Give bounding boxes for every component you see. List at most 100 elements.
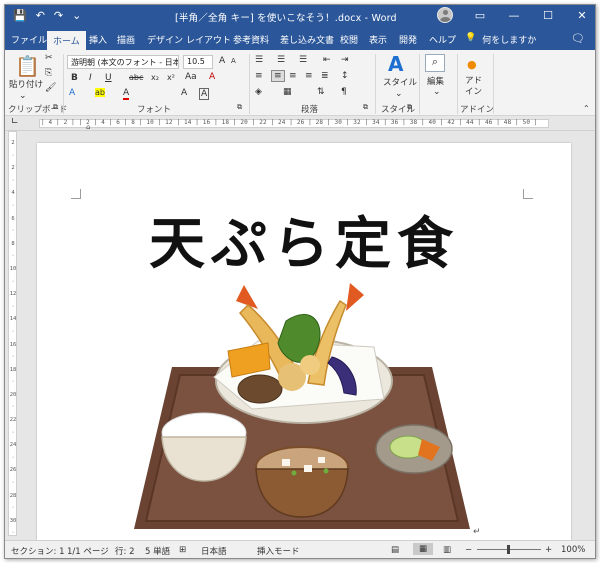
shading-icon[interactable]: ◈ <box>255 87 262 97</box>
status-line[interactable]: 行: 2 <box>115 545 134 557</box>
find-icon[interactable]: ⌕ <box>425 54 445 72</box>
clipboard-launcher-icon[interactable]: ⧉ <box>53 103 58 112</box>
minimize-icon[interactable]: — <box>507 9 521 22</box>
tab-view[interactable]: 表示 <box>369 33 387 46</box>
tab-help[interactable]: ヘルプ <box>429 33 456 46</box>
vruler-tick: 24 <box>9 442 17 449</box>
ribbon-tabs: ファイル ホーム 挿入 描画 デザイン レイアウト 参考資料 差し込み文書 校閲… <box>5 29 595 50</box>
paste-icon[interactable]: 📋 <box>15 54 40 78</box>
borders-icon[interactable]: ▦ <box>283 87 292 97</box>
status-mode[interactable]: 挿入モード <box>257 545 300 557</box>
print-layout-icon[interactable]: ▦ <box>413 543 434 555</box>
addins-label-2[interactable]: イン <box>465 87 482 97</box>
ribbon-display-options-icon[interactable]: ▭ <box>473 9 487 22</box>
font-size-select[interactable]: 10.5 <box>183 55 213 69</box>
styles-launcher-icon[interactable]: ⧉ <box>407 103 412 112</box>
batter-2 <box>300 355 320 375</box>
format-painter-icon[interactable]: 🖌 <box>45 83 56 93</box>
tab-mailings[interactable]: 差し込み文書 <box>280 33 334 46</box>
tab-draw[interactable]: 描画 <box>117 33 135 46</box>
font-name-select[interactable]: 游明朝 (本文のフォント - 日本語) <box>67 55 179 69</box>
tab-references[interactable]: 参考資料 <box>233 33 269 46</box>
numbering-icon[interactable]: ☰ <box>277 55 285 65</box>
align-center-icon[interactable]: ≡ <box>271 70 285 82</box>
tab-home[interactable]: ホーム <box>47 31 86 50</box>
show-marks-icon[interactable]: ¶ <box>341 87 347 97</box>
vruler-tick: · <box>11 404 15 411</box>
sort-icon[interactable]: ⇅ <box>317 87 325 97</box>
customize-qat-icon[interactable]: ⌄ <box>72 9 81 22</box>
char-border-icon[interactable]: A <box>199 88 210 100</box>
grow-font-icon[interactable]: A <box>219 56 225 66</box>
italic-button[interactable]: I <box>89 73 92 83</box>
editing-dropdown-icon[interactable]: ⌄ <box>433 87 441 97</box>
maximize-icon[interactable]: ☐ <box>541 9 555 22</box>
multilevel-list-icon[interactable]: ☰ <box>299 55 307 65</box>
group-separator <box>493 54 494 114</box>
close-icon[interactable]: ✕ <box>575 9 589 22</box>
addins-icon[interactable]: ● <box>467 58 477 71</box>
undo-icon[interactable]: ↶ <box>36 9 45 22</box>
copy-icon[interactable]: ⎘ <box>45 68 52 78</box>
collapse-ribbon-icon[interactable]: ⌃ <box>583 104 590 113</box>
paste-label[interactable]: 貼り付け <box>9 80 43 90</box>
tab-design[interactable]: デザイン <box>147 33 183 46</box>
vertical-ruler[interactable]: 2 · 2 · 4 · 6 · 8 · 10 · 12 · 14 · 16 · 18 · 20 · 22 · 24 · 26 · 28 ·… <box>5 131 19 541</box>
zoom-out-button[interactable]: − <box>465 545 472 555</box>
decrease-indent-icon[interactable]: ⇤ <box>323 55 331 65</box>
superscript-button[interactable]: x² <box>167 73 175 82</box>
account-avatar-icon[interactable] <box>437 7 453 23</box>
styles-button[interactable]: スタイル <box>383 78 417 88</box>
comments-icon[interactable]: 🗨 <box>571 32 585 45</box>
distributed-icon[interactable]: ≣ <box>321 71 329 81</box>
tab-file[interactable]: ファイル <box>11 33 47 46</box>
addins-label-1[interactable]: アド <box>465 76 482 86</box>
document-page[interactable]: 天ぷら定食 ↵ <box>37 143 571 541</box>
tab-developer[interactable]: 開発 <box>399 33 417 46</box>
shrink-font-icon[interactable]: A <box>231 57 236 65</box>
increase-indent-icon[interactable]: ⇥ <box>341 55 349 65</box>
tab-selector-icon[interactable]: ∟ <box>11 117 19 127</box>
save-icon[interactable]: 💾 <box>13 9 27 22</box>
web-layout-icon[interactable]: ▥ <box>443 545 451 555</box>
zoom-level[interactable]: 100% <box>561 545 585 555</box>
char-shading-icon[interactable]: A <box>181 88 187 98</box>
change-case-icon[interactable]: Aa <box>185 72 197 82</box>
status-language[interactable]: 日本語 <box>201 545 227 557</box>
indent-marker-icon[interactable]: ⌂ <box>86 123 90 131</box>
editing-button[interactable]: 編集 <box>427 77 444 87</box>
tab-layout[interactable]: レイアウト <box>186 33 231 46</box>
document-heading[interactable]: 天ぷら定食 <box>37 199 571 280</box>
underline-button[interactable]: U <box>105 73 112 83</box>
styles-dropdown-icon[interactable]: ⌄ <box>395 89 403 99</box>
styles-icon[interactable]: A <box>388 52 403 76</box>
paragraph-launcher-icon[interactable]: ⧉ <box>363 103 368 112</box>
text-effects-icon[interactable]: A <box>69 88 75 98</box>
status-section[interactable]: セクション: 1 <box>11 545 64 557</box>
highlight-icon[interactable]: ab <box>95 88 105 97</box>
tab-insert[interactable]: 挿入 <box>89 33 107 46</box>
align-left-icon[interactable]: ≡ <box>255 71 263 81</box>
tab-review[interactable]: 校閲 <box>340 33 358 46</box>
macro-icon[interactable]: ⊞ <box>179 545 186 555</box>
clear-formatting-icon[interactable]: A <box>209 72 215 82</box>
status-page[interactable]: 1/1 ページ <box>67 545 109 557</box>
bullets-icon[interactable]: ☰ <box>255 55 263 65</box>
paste-dropdown-icon[interactable]: ⌄ <box>19 91 27 101</box>
bold-button[interactable]: B <box>71 73 78 83</box>
subscript-button[interactable]: x₂ <box>151 73 159 82</box>
font-color-icon[interactable]: A <box>123 88 130 100</box>
align-right-icon[interactable]: ≡ <box>289 71 297 81</box>
zoom-in-button[interactable]: + <box>545 545 552 555</box>
zoom-slider-thumb[interactable] <box>507 545 510 554</box>
redo-icon[interactable]: ↷ <box>54 9 63 22</box>
tell-me-box[interactable]: 💡 何をしますか <box>465 33 536 46</box>
horizontal-ruler[interactable]: ∟ | 4 | 2 | | 2 | 4 | 6 | 8 | 10 | 12 | … <box>5 116 595 131</box>
cut-icon[interactable]: ✂ <box>45 53 53 63</box>
font-launcher-icon[interactable]: ⧉ <box>237 103 242 112</box>
read-mode-icon[interactable]: ▤ <box>391 545 399 555</box>
strikethrough-button[interactable]: abc <box>129 73 143 82</box>
status-words[interactable]: 5 単語 <box>145 545 170 557</box>
justify-icon[interactable]: ≡ <box>305 71 313 81</box>
line-spacing-icon[interactable]: ↕ <box>341 71 349 81</box>
